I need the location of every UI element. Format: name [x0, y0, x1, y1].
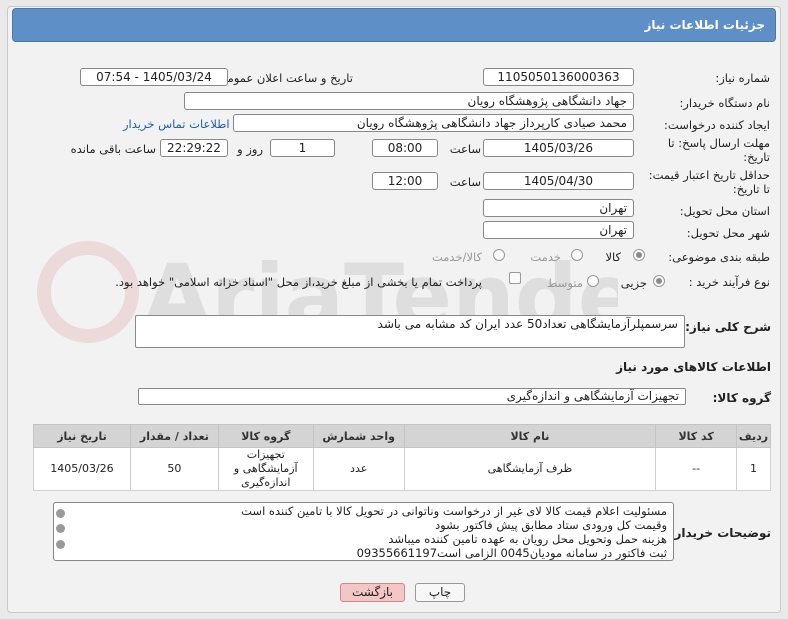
validity-label-line1: حداقل تاریخ اعتبار قیمت: — [648, 168, 770, 182]
goods-section-title: اطلاعات کالاهای مورد نیاز — [616, 360, 771, 374]
items-table: ردیف کد کالا نام کالا واحد شمارش گروه کا… — [33, 424, 771, 491]
category-option-goods: کالا — [605, 250, 621, 264]
buyer-label: نام دستگاه خریدار: — [679, 96, 770, 110]
col-header-name: نام کالا — [403, 424, 657, 448]
payment-note: پرداخت تمام یا بخشی از مبلغ خرید،از محل … — [115, 275, 482, 289]
buyer-field: جهاد دانشگاهی پژوهشگاه رویان — [184, 92, 634, 110]
cell-group: تجهیزات آزمایشگاهی و اندازه‌گیری — [217, 447, 314, 491]
province-field: تهران — [483, 199, 634, 217]
goods-group-label: گروه کالا: — [712, 391, 771, 405]
goods-group-field: تجهیزات آزمایشگاهی و اندازه‌گیری — [138, 388, 686, 405]
announce-field: 1405/03/24 - 07:54 — [80, 68, 228, 86]
remaining-time-field: 22:29:22 — [160, 139, 228, 157]
description-label: شرح کلی نیاز: — [685, 320, 771, 334]
days-field: 1 — [270, 139, 335, 157]
col-header-date: تاریخ نیاز — [33, 424, 131, 448]
description-field: سرسمپلرآزمایشگاهی تعداد50 عدد ایران کد م… — [135, 315, 685, 348]
buyer-notes-line: مسئولیت اعلام قیمت کالا لای غیر از درخوا… — [241, 504, 667, 518]
category-radio-both[interactable] — [493, 249, 505, 261]
process-radio-minor[interactable] — [653, 275, 665, 287]
deadline-time-field: 08:00 — [372, 139, 438, 157]
need-number-field: 1105050136000363 — [483, 68, 634, 86]
buyer-notes-field: مسئولیت اعلام قیمت کالا لای غیر از درخوا… — [53, 502, 674, 561]
buyer-notes-line: ثبت فاکتور در سامانه مودیان0045 الزامی ا… — [356, 546, 667, 560]
remaining-label: ساعت باقی مانده — [70, 142, 156, 156]
col-header-row: ردیف — [736, 424, 771, 448]
validity-time-field: 12:00 — [372, 172, 438, 190]
category-radio-goods[interactable] — [633, 249, 645, 261]
col-header-code: کد کالا — [655, 424, 738, 448]
cell-unit: عدد — [312, 447, 405, 491]
category-option-service: خدمت — [530, 250, 561, 264]
scroll-down-dot[interactable] — [56, 540, 65, 549]
deadline-label-line1: مهلت ارسال پاسخ: تا — [667, 136, 770, 150]
buyer-contact-link[interactable]: اطلاعات تماس خریدار — [123, 117, 230, 131]
creator-field: محمد صیادی کارپرداز جهاد دانشگاهی پژوهشگ… — [233, 114, 634, 132]
cell-group-line2: آزمایشگاهی و — [233, 462, 298, 475]
cell-group-line3: اندازه‌گیری — [241, 476, 291, 489]
col-header-qty: تعداد / مقدار — [129, 424, 219, 448]
table-header-row: ردیف کد کالا نام کالا واحد شمارش گروه کا… — [33, 424, 771, 448]
cell-code: -- — [655, 447, 738, 491]
print-button[interactable]: چاپ — [415, 583, 465, 602]
buyer-notes-line: هزینه حمل وتحویل محل رویان به عهده تامین… — [388, 532, 667, 546]
days-label: روز و — [237, 142, 263, 156]
deadline-label-line2: تاریخ: — [743, 150, 770, 164]
buyer-notes-line: وقیمت کل ورودی ستاد مطابق پیش فاکتور بشو… — [435, 518, 667, 532]
province-label: استان محل تحویل: — [679, 204, 770, 218]
cell-name: ظرف آزمایشگاهی — [403, 447, 657, 491]
process-option-minor: جزیی — [620, 276, 647, 290]
process-label: نوع فرآیند خرید : — [688, 275, 770, 289]
city-label: شهر محل تحویل: — [686, 226, 770, 240]
cell-date: 1405/03/26 — [33, 447, 131, 491]
category-option-both: کالا/خدمت — [431, 250, 482, 264]
category-radio-service[interactable] — [571, 249, 583, 261]
page-header: جزئیات اطلاعات نیاز — [12, 8, 776, 42]
need-number-label: شماره نیاز: — [715, 71, 770, 85]
col-header-unit: واحد شمارش — [312, 424, 405, 448]
scroll-up-dot[interactable] — [56, 509, 65, 518]
creator-label: ایجاد کننده درخواست: — [664, 118, 770, 132]
category-label: طبقه بندی موضوعی: — [668, 250, 770, 264]
table-row: 1 -- ظرف آزمایشگاهی عدد تجهیزات آزمایشگا… — [33, 447, 771, 491]
deadline-time-label: ساعت — [449, 142, 481, 156]
announce-label: تاریخ و ساعت اعلان عمومی: — [214, 71, 353, 85]
cell-qty: 50 — [129, 447, 219, 491]
validity-date-field: 1405/04/30 — [483, 172, 634, 190]
cell-row: 1 — [736, 447, 771, 491]
page-title: جزئیات اطلاعات نیاز — [644, 18, 765, 32]
cell-group-line1: تجهیزات — [246, 448, 285, 461]
notes-scrollbar[interactable] — [55, 505, 67, 557]
process-radio-medium[interactable] — [587, 275, 599, 287]
validity-time-label: ساعت — [449, 175, 481, 189]
col-header-group: گروه کالا — [217, 424, 314, 448]
city-field: تهران — [483, 221, 634, 239]
deadline-date-field: 1405/03/26 — [483, 139, 634, 157]
validity-label-line2: تا تاریخ: — [732, 182, 770, 196]
buyer-notes-label: توضیحات خریدار: — [669, 526, 771, 540]
back-button[interactable]: بازگشت — [340, 583, 405, 602]
treasury-checkbox[interactable] — [509, 272, 521, 284]
process-option-medium: متوسط — [546, 276, 583, 290]
scroll-thumb-dot[interactable] — [56, 524, 65, 533]
